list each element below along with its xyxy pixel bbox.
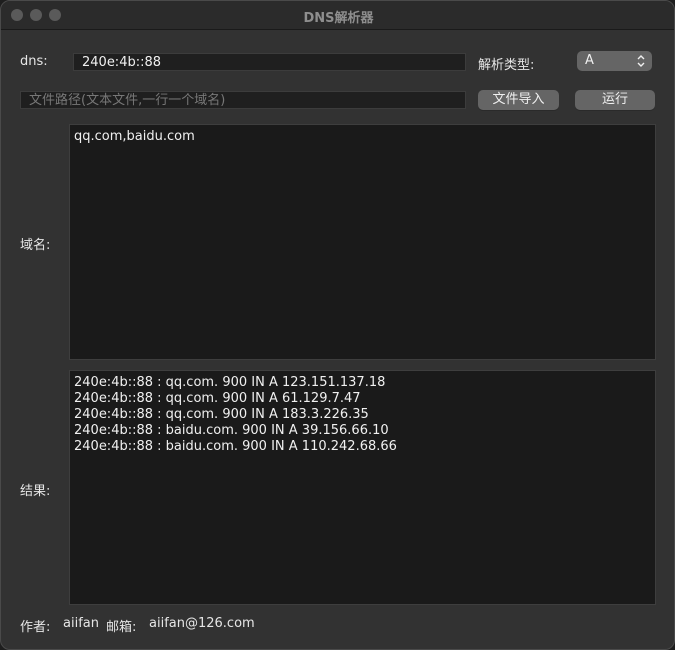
app-window: DNS解析器 dns: 240e:4b::88 解析类型: A 文件路径(文本文… — [0, 0, 675, 650]
resolve-type-select[interactable]: A — [577, 51, 652, 71]
author-label: 作者: — [20, 620, 51, 635]
domains-textarea[interactable]: qq.com,baidu.com — [69, 124, 656, 360]
run-button[interactable]: 运行 — [575, 90, 655, 110]
results-label: 结果: — [20, 484, 51, 499]
email-label: 邮箱: — [106, 620, 137, 635]
result-line: 240e:4b::88 : baidu.com. 900 IN A 110.24… — [74, 439, 397, 454]
result-line: 240e:4b::88 : baidu.com. 900 IN A 39.156… — [74, 423, 389, 438]
author-name: aiifan — [63, 616, 99, 631]
email-value: aiifan@126.com — [149, 616, 255, 631]
result-line: 240e:4b::88 : qq.com. 900 IN A 183.3.226… — [74, 407, 369, 422]
domains-text: qq.com,baidu.com — [74, 129, 195, 144]
result-line: 240e:4b::88 : qq.com. 900 IN A 123.151.1… — [74, 375, 386, 390]
window-title: DNS解析器 — [303, 11, 374, 26]
resolve-type-label: 解析类型: — [478, 58, 535, 73]
domains-label: 域名: — [20, 238, 51, 253]
filepath-input[interactable]: 文件路径(文本文件,一行一个域名) — [20, 91, 466, 109]
chevron-up-down-icon — [637, 55, 645, 67]
titlebar[interactable]: DNS解析器 — [1, 1, 674, 30]
results-textarea[interactable]: 240e:4b::88 : qq.com. 900 IN A 123.151.1… — [69, 370, 656, 605]
dns-input[interactable]: 240e:4b::88 — [73, 53, 466, 71]
dns-label: dns: — [20, 54, 48, 69]
import-file-button[interactable]: 文件导入 — [478, 90, 559, 110]
resolve-type-value: A — [585, 53, 594, 68]
result-line: 240e:4b::88 : qq.com. 900 IN A 61.129.7.… — [74, 391, 361, 406]
